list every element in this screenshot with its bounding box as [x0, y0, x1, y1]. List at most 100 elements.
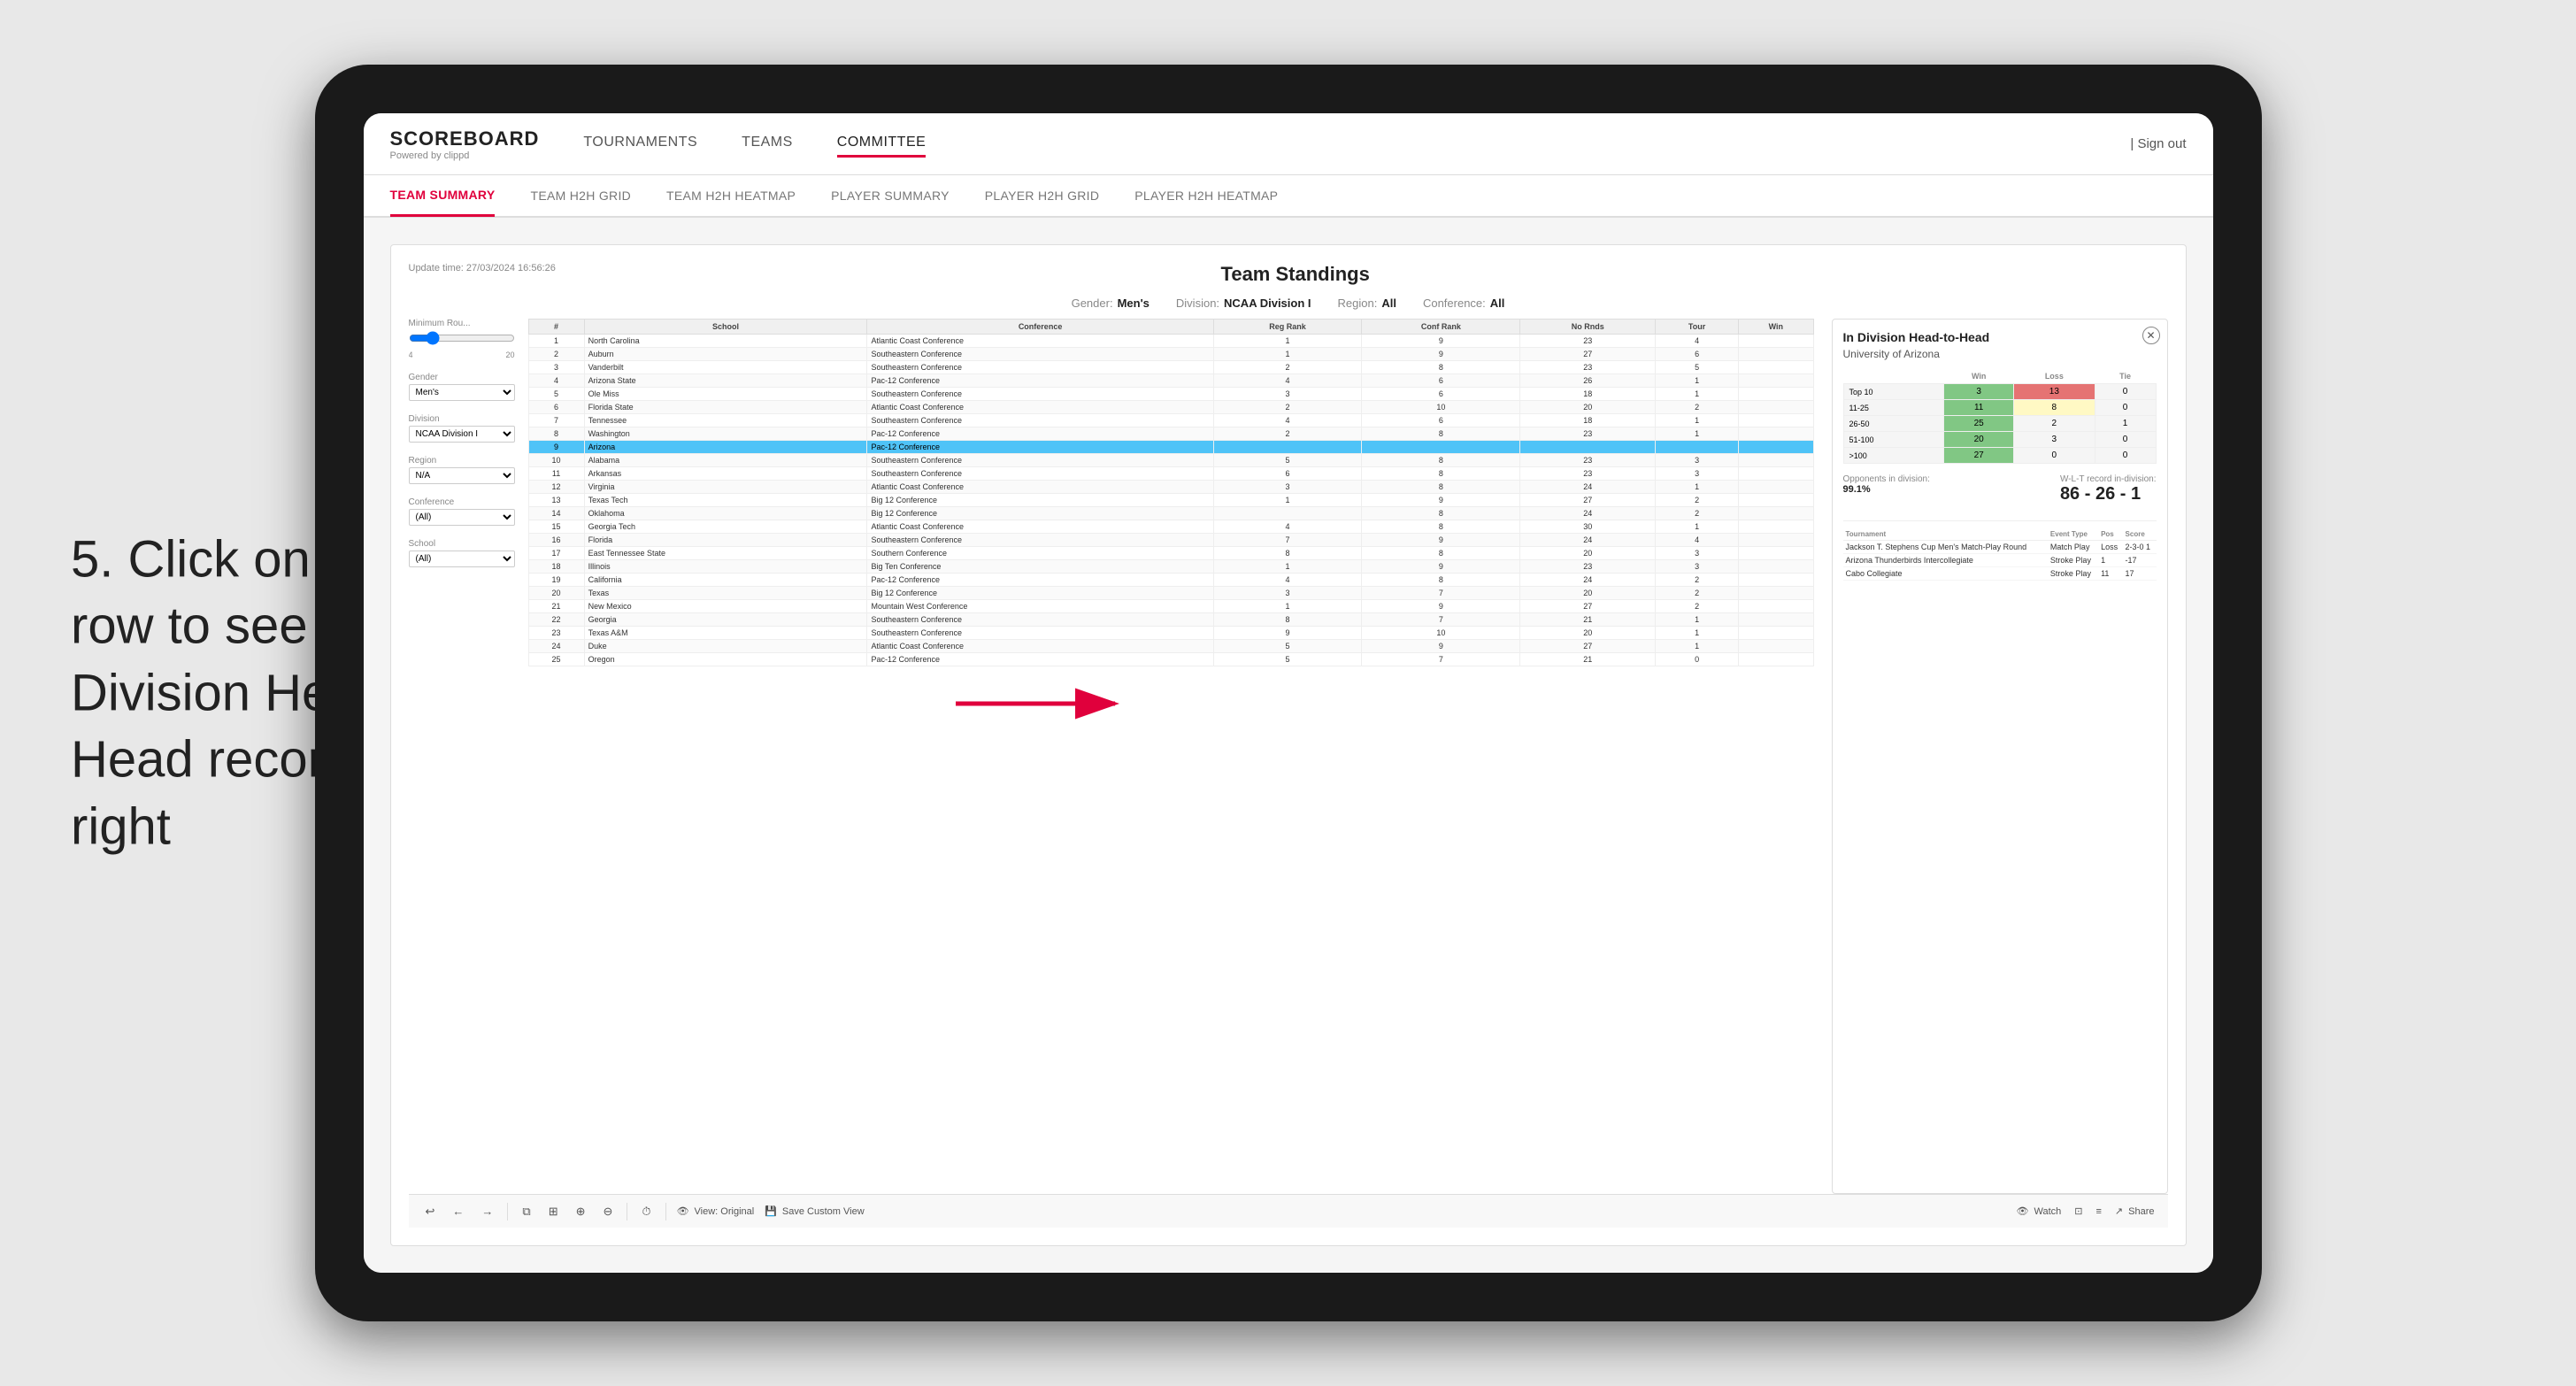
cell-win — [1739, 640, 1813, 653]
toolbar-minus[interactable]: ⊖ — [600, 1203, 617, 1220]
col-win: Win — [1739, 320, 1813, 335]
table-row[interactable]: 2 Auburn Southeastern Conference 1 9 27 … — [528, 348, 1813, 361]
toolbar-watch[interactable]: 👁 Watch — [2017, 1205, 2062, 1217]
subnav-player-summary[interactable]: PLAYER SUMMARY — [831, 176, 950, 215]
table-row[interactable]: 17 East Tennessee State Southern Confere… — [528, 547, 1813, 560]
cell-school: Georgia Tech — [584, 520, 867, 534]
cell-tour: 2 — [1656, 600, 1739, 613]
table-row[interactable]: 23 Texas A&M Southeastern Conference 9 1… — [528, 627, 1813, 640]
card-header: Update time: 27/03/2024 16:56:26 Team St… — [409, 263, 2168, 286]
table-row[interactable]: 7 Tennessee Southeastern Conference 4 6 … — [528, 414, 1813, 427]
cell-conference: Atlantic Coast Conference — [867, 335, 1213, 348]
region-select[interactable]: N/A — [409, 467, 515, 484]
toolbar-add[interactable]: ⊕ — [573, 1203, 589, 1220]
cell-no-rnds: 27 — [1520, 494, 1656, 507]
division-filter-display: Division: NCAA Division I — [1176, 296, 1311, 310]
cell-tour: 3 — [1656, 467, 1739, 481]
table-row[interactable]: 19 California Pac-12 Conference 4 8 24 2 — [528, 574, 1813, 587]
table-row[interactable]: 1 North Carolina Atlantic Coast Conferen… — [528, 335, 1813, 348]
cell-num: 6 — [528, 401, 584, 414]
table-row[interactable]: 21 New Mexico Mountain West Conference 1… — [528, 600, 1813, 613]
table-row[interactable]: 20 Texas Big 12 Conference 3 7 20 2 — [528, 587, 1813, 600]
tournament-row: Jackson T. Stephens Cup Men's Match-Play… — [1843, 541, 2157, 554]
table-row[interactable]: 15 Georgia Tech Atlantic Coast Conferenc… — [528, 520, 1813, 534]
nav-committee[interactable]: COMMITTEE — [837, 130, 927, 158]
tournament-table: Tournament Event Type Pos Score Jackson … — [1843, 528, 2157, 581]
cell-conference: Big 12 Conference — [867, 494, 1213, 507]
table-row[interactable]: 18 Illinois Big Ten Conference 1 9 23 3 — [528, 560, 1813, 574]
subnav-team-h2h-heatmap[interactable]: TEAM H2H HEATMAP — [666, 176, 796, 215]
cell-conference: Southeastern Conference — [867, 388, 1213, 401]
toolbar-save-custom[interactable]: 💾 Save Custom View — [765, 1205, 864, 1217]
subnav-player-h2h-grid[interactable]: PLAYER H2H GRID — [985, 176, 1100, 215]
nav-teams[interactable]: TEAMS — [742, 130, 793, 158]
toolbar-undo[interactable]: ↩ — [422, 1203, 439, 1220]
cell-school: Illinois — [584, 560, 867, 574]
cell-no-rnds: 27 — [1520, 640, 1656, 653]
toolbar-clock[interactable]: ⏱ — [638, 1203, 654, 1220]
table-row[interactable]: 16 Florida Southeastern Conference 7 9 2… — [528, 534, 1813, 547]
filter-row: Gender: Men's Division: NCAA Division I … — [409, 296, 2168, 310]
toolbar-view-original[interactable]: 👁 View: Original — [677, 1205, 755, 1217]
toolbar-back[interactable]: ← — [449, 1203, 467, 1220]
toolbar-paste[interactable]: ⊞ — [545, 1203, 562, 1220]
toolbar-icon2[interactable]: ≡ — [2096, 1205, 2102, 1217]
sign-out-link[interactable]: | Sign out — [2130, 136, 2186, 151]
content-card: Update time: 27/03/2024 16:56:26 Team St… — [390, 244, 2187, 1246]
toolbar-icon1[interactable]: ⊡ — [2074, 1205, 2082, 1217]
cell-no-rnds: 23 — [1520, 361, 1656, 374]
table-row[interactable]: 12 Virginia Atlantic Coast Conference 3 … — [528, 481, 1813, 494]
min-rounds-slider[interactable] — [409, 328, 515, 348]
subnav-team-h2h-grid[interactable]: TEAM H2H GRID — [530, 176, 631, 215]
toolbar-share[interactable]: ↗ Share — [2115, 1205, 2155, 1217]
h2h-panel: ✕ In Division Head-to-Head University of… — [1832, 319, 2168, 1194]
close-button[interactable]: ✕ — [2142, 327, 2160, 344]
table-row[interactable]: 14 Oklahoma Big 12 Conference 8 24 2 — [528, 507, 1813, 520]
cell-school: Tennessee — [584, 414, 867, 427]
table-row[interactable]: 10 Alabama Southeastern Conference 5 8 2… — [528, 454, 1813, 467]
conference-select[interactable]: (All) — [409, 509, 515, 526]
table-row[interactable]: 24 Duke Atlantic Coast Conference 5 9 27… — [528, 640, 1813, 653]
gender-label: Gender — [409, 373, 515, 382]
school-select[interactable]: (All) — [409, 551, 515, 567]
table-row[interactable]: 4 Arizona State Pac-12 Conference 4 6 26… — [528, 374, 1813, 388]
t-type: Stroke Play — [2048, 554, 2098, 567]
cell-num: 15 — [528, 520, 584, 534]
cell-win — [1739, 454, 1813, 467]
cell-conference: Pac-12 Conference — [867, 441, 1213, 454]
table-row[interactable]: 13 Texas Tech Big 12 Conference 1 9 27 2 — [528, 494, 1813, 507]
division-select[interactable]: NCAA Division I NCAA Division II — [409, 426, 515, 443]
table-row[interactable]: 25 Oregon Pac-12 Conference 5 7 21 0 — [528, 653, 1813, 666]
h2h-team: University of Arizona — [1843, 348, 2157, 360]
table-row[interactable]: 22 Georgia Southeastern Conference 8 7 2… — [528, 613, 1813, 627]
cell-tour: 3 — [1656, 454, 1739, 467]
cell-tour: 1 — [1656, 481, 1739, 494]
table-row[interactable]: 8 Washington Pac-12 Conference 2 8 23 1 — [528, 427, 1813, 441]
cell-num: 10 — [528, 454, 584, 467]
cell-reg-rank: 4 — [1213, 574, 1362, 587]
table-row[interactable]: 6 Florida State Atlantic Coast Conferenc… — [528, 401, 1813, 414]
cell-win — [1739, 348, 1813, 361]
cell-school: Washington — [584, 427, 867, 441]
t-type: Match Play — [2048, 541, 2098, 554]
table-row[interactable]: 9 Arizona Pac-12 Conference — [528, 441, 1813, 454]
gender-select[interactable]: Men's Women's — [409, 384, 515, 401]
cell-num: 20 — [528, 587, 584, 600]
cell-school: Ole Miss — [584, 388, 867, 401]
h2h-rank-label: 26-50 — [1843, 416, 1944, 432]
h2h-loss: 8 — [2014, 400, 2095, 416]
table-row[interactable]: 3 Vanderbilt Southeastern Conference 2 8… — [528, 361, 1813, 374]
subnav-player-h2h-heatmap[interactable]: PLAYER H2H HEATMAP — [1134, 176, 1278, 215]
toolbar-forward[interactable]: → — [478, 1203, 496, 1220]
cell-reg-rank: 9 — [1213, 627, 1362, 640]
subnav-team-summary[interactable]: TEAM SUMMARY — [390, 175, 496, 217]
cell-reg-rank: 4 — [1213, 374, 1362, 388]
nav-tournaments[interactable]: TOURNAMENTS — [583, 130, 697, 158]
h2h-col-loss: Loss — [2014, 369, 2095, 384]
table-row[interactable]: 11 Arkansas Southeastern Conference 6 8 … — [528, 467, 1813, 481]
cell-no-rnds: 23 — [1520, 427, 1656, 441]
toolbar-copy[interactable]: ⧉ — [519, 1203, 534, 1220]
cell-conf-rank: 7 — [1362, 653, 1520, 666]
min-rounds-max: 20 — [505, 350, 514, 359]
table-row[interactable]: 5 Ole Miss Southeastern Conference 3 6 1… — [528, 388, 1813, 401]
